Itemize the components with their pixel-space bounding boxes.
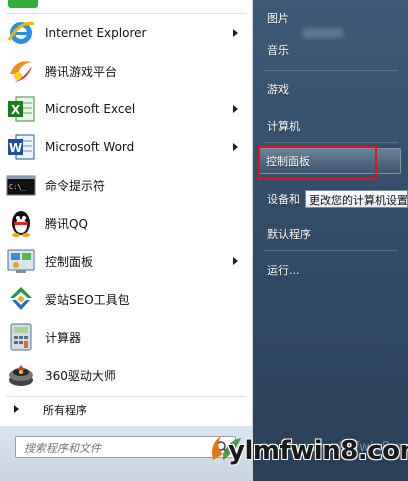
cmd-icon: C:\_ xyxy=(6,175,36,196)
program-label: 腾讯QQ xyxy=(45,216,88,231)
all-programs-label: 所有程序 xyxy=(43,404,87,417)
submenu-arrow-icon[interactable] xyxy=(233,105,238,113)
svg-text:X: X xyxy=(11,103,21,117)
separator xyxy=(263,142,398,143)
menu-label: 游戏 xyxy=(267,83,289,96)
program-item-cmd[interactable]: C:\_ 命令提示符 xyxy=(0,166,250,204)
system-links-pane: 图片 音乐 游戏 计算机 控制面板 设备和 默认程序 运行... xyxy=(253,0,408,481)
program-label: 腾讯游戏平台 xyxy=(45,64,118,79)
program-label: 360驱动大师 xyxy=(45,368,116,383)
program-label: 命令提示符 xyxy=(45,178,106,193)
menu-item-computer[interactable]: 计算机 xyxy=(253,114,408,138)
tencent-games-icon xyxy=(10,61,32,82)
menu-label: 设备和 xyxy=(267,193,300,206)
excel-icon: X xyxy=(8,96,35,122)
program-label: 计算器 xyxy=(45,330,82,345)
blurred-username xyxy=(303,28,343,38)
driver-master-icon xyxy=(9,365,33,386)
program-label: Microsoft Excel xyxy=(45,102,136,116)
submenu-arrow-icon[interactable] xyxy=(233,29,238,37)
menu-label: 音乐 xyxy=(267,44,289,57)
submenu-arrow-icon[interactable] xyxy=(233,143,238,151)
search-box[interactable] xyxy=(15,436,236,459)
separator xyxy=(6,396,246,397)
aizhan-seo-icon xyxy=(10,287,32,310)
program-item-aizhan-seo[interactable]: 爱站SEO工具包 xyxy=(0,280,250,318)
word-icon: W xyxy=(8,134,35,160)
menu-item-music[interactable]: 音乐 xyxy=(253,38,408,62)
menu-item-run[interactable]: 运行... xyxy=(253,258,408,282)
menu-label: 计算机 xyxy=(267,120,300,133)
program-item-word[interactable]: W Microsoft Word xyxy=(0,128,250,166)
tooltip: 更改您的计算机设置 xyxy=(305,190,408,208)
program-label: Microsoft Word xyxy=(45,140,135,154)
watermark-text: ylmfwin8.com xyxy=(228,436,408,466)
menu-label: 默认程序 xyxy=(267,228,311,241)
program-item-ie[interactable]: Internet Explorer xyxy=(0,14,250,52)
separator xyxy=(263,250,398,251)
qq-icon xyxy=(12,211,30,237)
program-label: 控制面板 xyxy=(45,254,94,269)
program-item-excel[interactable]: X Microsoft Excel xyxy=(0,90,250,128)
separator xyxy=(263,70,398,71)
partial-app-icon[interactable] xyxy=(8,0,38,8)
menu-item-pictures[interactable]: 图片 xyxy=(253,6,408,30)
svg-text:C:\_: C:\_ xyxy=(9,183,27,191)
control-panel-icon xyxy=(7,249,35,273)
program-item-tencent-games[interactable]: 腾讯游戏平台 xyxy=(0,52,250,90)
menu-item-games[interactable]: 游戏 xyxy=(253,77,408,101)
ie-icon xyxy=(7,21,35,44)
program-label: 爱站SEO工具包 xyxy=(45,292,130,307)
program-label: Internet Explorer xyxy=(45,26,147,40)
submenu-arrow-icon[interactable] xyxy=(233,257,238,265)
program-item-qq[interactable]: 腾讯QQ xyxy=(0,204,250,242)
expand-arrow-icon xyxy=(14,405,19,413)
programs-pane: Internet Explorer 腾讯游戏平台 X Microsoft Exc… xyxy=(0,0,253,481)
search-input[interactable] xyxy=(22,438,206,459)
highlight-box xyxy=(258,146,377,180)
program-item-control-panel[interactable]: 控制面板 xyxy=(0,242,250,280)
all-programs-button[interactable]: 所有程序 xyxy=(0,398,250,422)
program-item-driver-master[interactable]: 360驱动大师 xyxy=(0,356,250,394)
menu-label: 图片 xyxy=(267,12,289,25)
menu-label: 运行... xyxy=(267,264,300,277)
svg-text:W: W xyxy=(9,141,22,155)
program-item-calculator[interactable]: 计算器 xyxy=(0,318,250,356)
calculator-icon xyxy=(10,323,32,351)
menu-item-default-programs[interactable]: 默认程序 xyxy=(253,222,408,246)
